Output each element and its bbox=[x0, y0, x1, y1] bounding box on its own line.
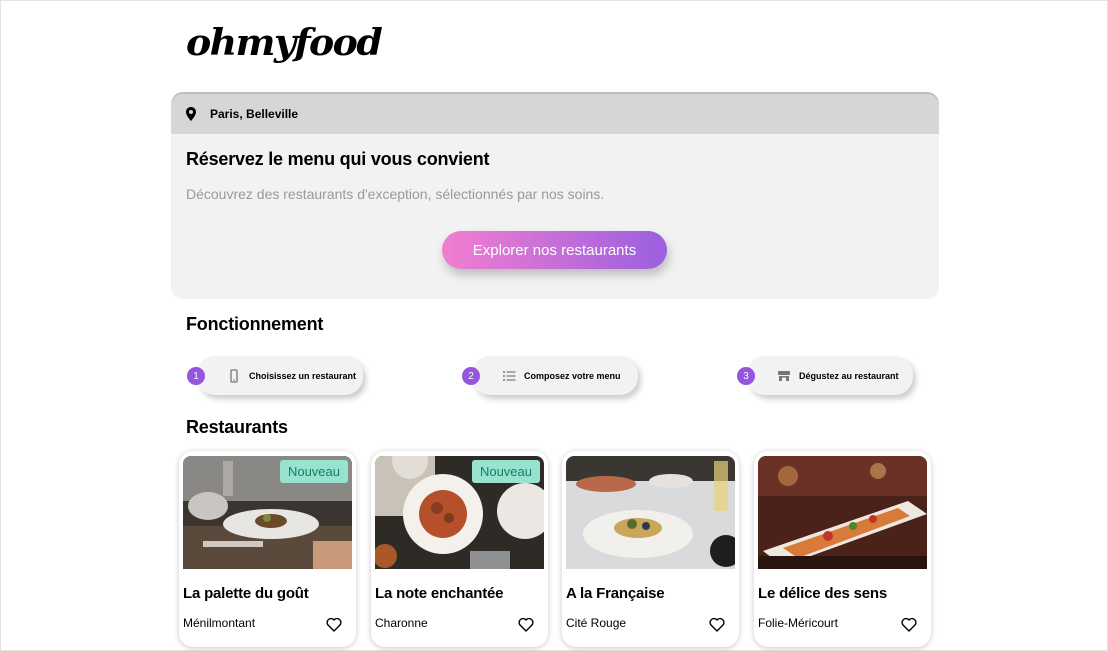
heart-icon[interactable] bbox=[518, 617, 534, 632]
store-icon bbox=[777, 369, 791, 383]
step-number: 1 bbox=[187, 367, 205, 385]
step-number: 3 bbox=[737, 367, 755, 385]
location-label: Paris, Belleville bbox=[210, 107, 299, 121]
explore-restaurants-button[interactable]: Explorer nos restaurants bbox=[442, 231, 667, 269]
step-label: Composez votre menu bbox=[524, 370, 621, 381]
list-icon bbox=[502, 369, 516, 383]
restaurant-location: Cité Rouge bbox=[566, 616, 627, 630]
restaurant-card[interactable]: Nouveau La note enchantée Charonne bbox=[371, 451, 548, 647]
heart-icon[interactable] bbox=[901, 617, 917, 632]
heart-icon[interactable] bbox=[326, 617, 342, 632]
restaurant-location: Folie-Méricourt bbox=[758, 616, 839, 630]
restaurant-name: La palette du goût bbox=[183, 585, 309, 602]
restaurant-location: Charonne bbox=[375, 616, 428, 630]
hero-subtitle: Découvrez des restaurants d'exception, s… bbox=[186, 186, 605, 202]
restaurant-name: A la Française bbox=[566, 585, 665, 602]
restaurant-photo: Nouveau bbox=[375, 456, 544, 569]
restaurant-location: Ménilmontant bbox=[183, 616, 256, 630]
location-bar[interactable]: Paris, Belleville bbox=[171, 94, 939, 134]
restaurant-card[interactable]: Nouveau La palette du goût Ménilmontant bbox=[179, 451, 356, 647]
heart-icon[interactable] bbox=[709, 617, 725, 632]
restaurant-photo bbox=[758, 456, 927, 569]
step-choose-restaurant: 1 Choisissez un restaurant bbox=[187, 356, 363, 395]
map-pin-icon bbox=[186, 107, 196, 121]
step-compose-menu: 2 Composez votre menu bbox=[462, 356, 638, 395]
restaurant-name: Le délice des sens bbox=[758, 585, 887, 602]
hero-title: Réservez le menu qui vous convient bbox=[186, 149, 490, 169]
step-label: Choisissez un restaurant bbox=[249, 370, 357, 381]
step-number: 2 bbox=[462, 367, 480, 385]
logo[interactable]: ohmyfood bbox=[186, 22, 383, 64]
how-it-works-title: Fonctionnement bbox=[186, 314, 324, 334]
restaurant-name: La note enchantée bbox=[375, 585, 504, 602]
hero-panel: Paris, Belleville Réservez le menu qui v… bbox=[171, 94, 939, 299]
restaurant-photo bbox=[566, 456, 735, 569]
restaurant-card[interactable]: A la Française Cité Rouge bbox=[562, 451, 739, 647]
step-label: Dégustez au restaurant bbox=[799, 370, 899, 381]
restaurant-card[interactable]: Le délice des sens Folie-Méricourt bbox=[754, 451, 931, 647]
mobile-icon bbox=[227, 368, 241, 383]
restaurants-title: Restaurants bbox=[186, 417, 288, 437]
new-badge: Nouveau bbox=[471, 460, 540, 483]
new-badge: Nouveau bbox=[279, 460, 348, 483]
restaurant-photo: Nouveau bbox=[183, 456, 352, 569]
step-enjoy-restaurant: 3 Dégustez au restaurant bbox=[737, 356, 913, 395]
